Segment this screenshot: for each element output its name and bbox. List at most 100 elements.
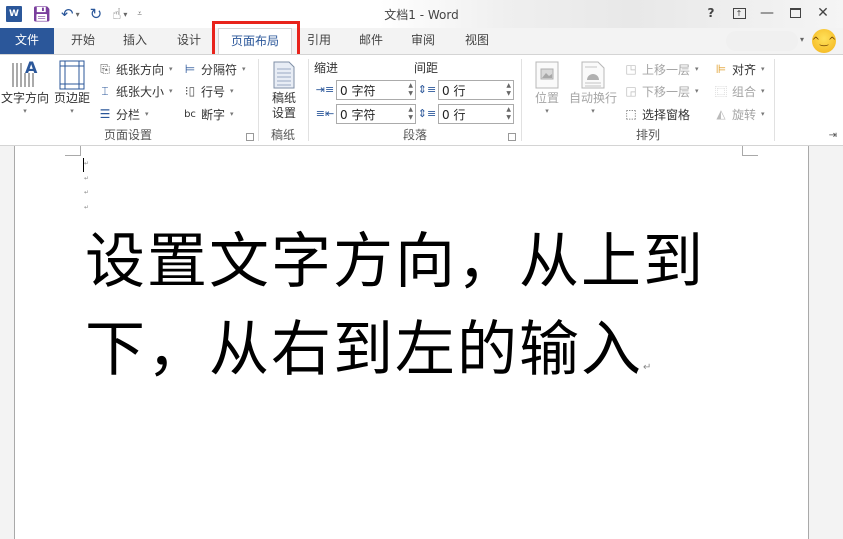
rotate-button[interactable]: ◭ 旋转 ▾ — [713, 104, 765, 124]
pin-ribbon-icon[interactable]: ⇥ — [829, 130, 837, 141]
crop-mark-top-right — [742, 146, 758, 156]
breaks-icon: ⊨ — [184, 62, 196, 76]
spinner-arrows-icon[interactable]: ▲ ▼ — [506, 82, 511, 98]
group-divider — [258, 59, 259, 141]
ribbon: A 文字方向 ▾ 页边距 ▾ ⎘ 纸张方向 ▾ ⌶ 纸张大小 ▾ ☰ 分栏 ▾ — [0, 54, 843, 146]
chevron-down-icon: ▾ — [761, 110, 765, 118]
page-setup-launcher-icon[interactable] — [246, 133, 254, 141]
send-backward-label: 下移一层 — [642, 84, 691, 99]
orientation-button[interactable]: ⎘ 纸张方向 ▾ — [97, 59, 172, 79]
paragraph-mark-icon: ↵ — [84, 189, 90, 196]
group-label-manuscript: 稿纸 — [270, 128, 295, 142]
line-numbers-button[interactable]: ⁝▯ 行号 ▾ — [182, 81, 234, 101]
help-button[interactable]: ? — [697, 3, 725, 23]
selection-pane-icon: ⬚ — [625, 107, 637, 121]
send-backward-icon: ◲ — [625, 84, 637, 98]
tab-references[interactable]: 引用 — [296, 28, 342, 54]
spacing-before-input[interactable]: 0 行 ▲ ▼ — [438, 80, 514, 100]
size-label: 纸张大小 — [116, 84, 165, 99]
spinner-arrows-icon[interactable]: ▲ ▼ — [408, 106, 413, 122]
align-label: 对齐 — [732, 62, 757, 77]
group-manuscript: 稿纸 设置 稿纸 — [260, 55, 306, 145]
tab-insert[interactable]: 插入 — [110, 28, 160, 54]
chevron-down-icon: ▾ — [695, 65, 699, 73]
account-dropdown-icon[interactable]: ▾ — [800, 35, 804, 44]
margins-label: 页边距 — [53, 91, 90, 105]
paper-size-icon: ⌶ — [101, 83, 109, 98]
group-arrange: 位置 ▾ 自动换行 ▾ ◳ 上移一层 ▾ ◲ 下移一层 ▾ ⬚ 选择窗格 ⊫ 对… — [523, 55, 773, 145]
orientation-icon: ⎘ — [100, 61, 110, 76]
close-button[interactable]: ✕ — [809, 3, 837, 23]
spinner-arrows-icon[interactable]: ▲ ▼ — [506, 106, 511, 122]
selection-pane-button[interactable]: ⬚ 选择窗格 — [623, 104, 690, 124]
indent-header: 缩进 — [314, 61, 339, 75]
group-divider — [774, 59, 775, 141]
text-direction-button[interactable]: A 文字方向 ▾ — [0, 59, 50, 116]
size-button[interactable]: ⌶ 纸张大小 ▾ — [97, 81, 173, 101]
indent-right-input[interactable]: 0 字符 ▲ ▼ — [336, 104, 416, 124]
tab-design[interactable]: 设计 — [164, 28, 214, 54]
paragraph-launcher-icon[interactable] — [508, 133, 516, 141]
chevron-down-icon: ▾ — [145, 110, 149, 118]
columns-label: 分栏 — [116, 107, 141, 122]
document-body[interactable]: 设置文字方向，从上到下，从右到左的输入↵ — [85, 218, 765, 412]
position-label: 位置 — [534, 91, 559, 105]
align-button[interactable]: ⊫ 对齐 ▾ — [713, 59, 765, 79]
indent-left-icon: ⇥≡ — [315, 82, 335, 96]
document-page[interactable]: ↵ ↵ ↵ ↵ 设置文字方向，从上到下，从右到左的输入↵ — [14, 146, 809, 539]
wrap-text-label: 自动换行 — [568, 91, 617, 105]
ribbon-tabs: 文件 开始 插入 设计 页面布局 引用 邮件 审阅 视图 — [0, 28, 843, 55]
chevron-down-icon: ▾ — [242, 65, 246, 73]
spinner-arrows-icon[interactable]: ▲ ▼ — [408, 82, 413, 98]
group-button[interactable]: ⿴ 组合 ▾ — [713, 81, 765, 101]
manuscript-icon — [268, 59, 300, 91]
chevron-down-icon: ▾ — [169, 87, 173, 95]
breaks-button[interactable]: ⊨ 分隔符 ▾ — [182, 59, 246, 79]
position-icon — [531, 59, 563, 91]
avatar[interactable]: ^‿^ — [812, 29, 836, 53]
chevron-down-icon: ▾ — [695, 87, 699, 95]
chevron-down-icon: ▾ — [70, 107, 74, 115]
columns-icon: ☰ — [99, 107, 111, 121]
crop-mark-top-left — [65, 146, 81, 156]
wrap-text-button[interactable]: 自动换行 ▾ — [567, 59, 619, 116]
group-icon: ⿴ — [714, 84, 727, 99]
manuscript-setup-button[interactable]: 稿纸 设置 — [264, 59, 304, 121]
tab-file[interactable]: 文件 — [0, 28, 54, 54]
ribbon-display-icon: ↑ — [732, 7, 746, 19]
margins-icon — [56, 59, 88, 91]
manuscript-label-2: 设置 — [271, 106, 296, 120]
chevron-down-icon: ▾ — [545, 107, 549, 115]
group-label-page-setup: 页面设置 — [103, 128, 152, 142]
position-button[interactable]: 位置 ▾ — [527, 59, 567, 116]
spacing-header: 间距 — [414, 61, 439, 75]
hyphenation-button[interactable]: bc 断字 ▾ — [182, 104, 234, 124]
window-controls: ? ↑ — ✕ — [697, 3, 837, 23]
tab-home[interactable]: 开始 — [58, 28, 108, 54]
send-backward-button[interactable]: ◲ 下移一层 ▾ — [623, 81, 699, 101]
tab-mailings[interactable]: 邮件 — [348, 28, 394, 54]
group-label-arrange: 排列 — [635, 128, 660, 142]
orientation-label: 纸张方向 — [116, 62, 165, 77]
tab-review[interactable]: 审阅 — [400, 28, 446, 54]
margins-button[interactable]: 页边距 ▾ — [52, 59, 92, 116]
selection-pane-label: 选择窗格 — [642, 107, 691, 122]
paragraph-mark-icon: ↵ — [84, 175, 90, 182]
columns-button[interactable]: ☰ 分栏 ▾ — [97, 104, 149, 124]
svg-text:A: A — [25, 59, 38, 77]
paragraph-mark-icon: ↵ — [84, 160, 90, 167]
tab-view[interactable]: 视图 — [454, 28, 500, 54]
maximize-button[interactable] — [781, 3, 809, 23]
tab-page-layout[interactable]: 页面布局 — [218, 28, 292, 55]
chevron-down-icon: ▾ — [23, 107, 27, 115]
group-paragraph: 缩进 间距 ⇥≡ 0 字符 ▲ ▼ ≡⇤ 0 字符 ▲ ▼ ⇕≡ 0 行 ▲ ▼ ⇕≡… — [310, 55, 520, 145]
indent-left-input[interactable]: 0 字符 ▲ ▼ — [336, 80, 416, 100]
minimize-button[interactable]: — — [753, 3, 781, 23]
bring-forward-button[interactable]: ◳ 上移一层 ▾ — [623, 59, 699, 79]
text-direction-icon: A — [9, 59, 41, 91]
spacing-after-input[interactable]: 0 行 ▲ ▼ — [438, 104, 514, 124]
ribbon-display-options-button[interactable]: ↑ — [725, 3, 753, 23]
chevron-down-icon: ▾ — [230, 110, 234, 118]
indent-left-value: 0 字符 — [340, 83, 376, 98]
account-name[interactable] — [726, 31, 798, 51]
